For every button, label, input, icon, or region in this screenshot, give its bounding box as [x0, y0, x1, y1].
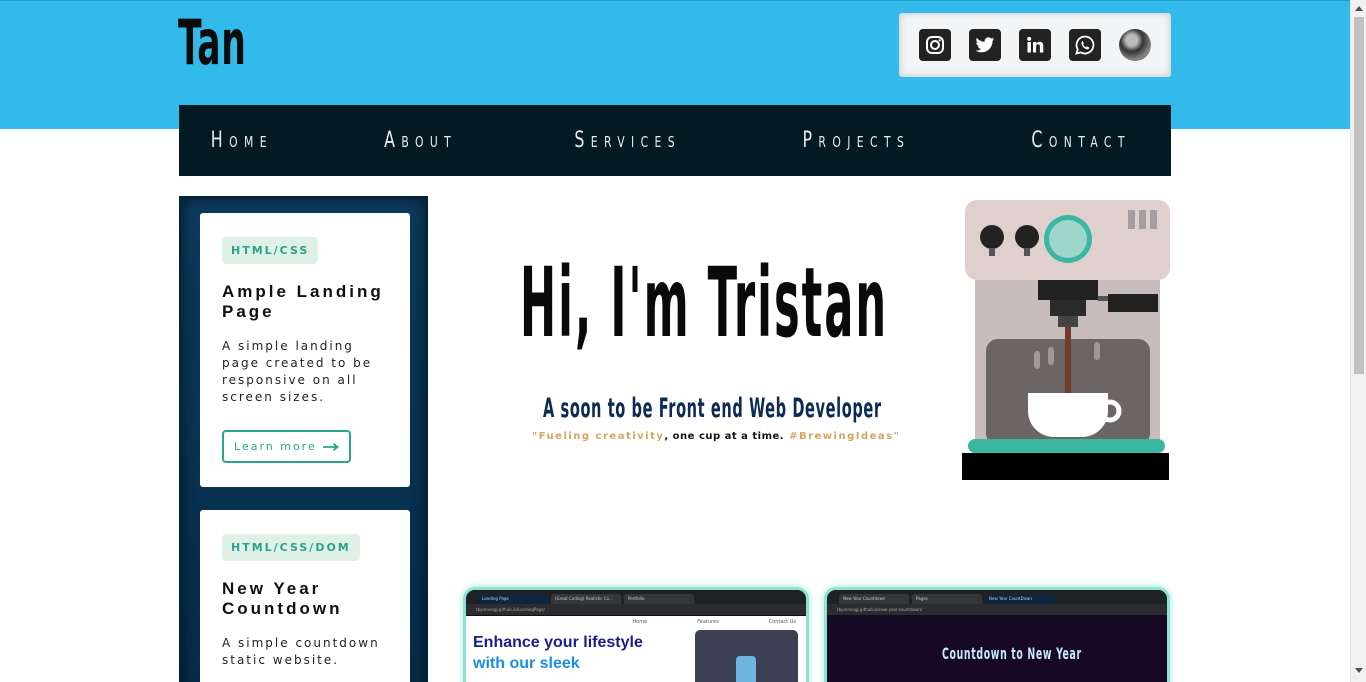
project-card: HTML/CSS Ample Landing Page A simple lan…: [200, 213, 410, 487]
thumb-headline-line: Enhance your lifestyle: [473, 634, 643, 651]
thumb-nav-item: Contact Us: [768, 619, 796, 625]
scroll-down-arrow-icon[interactable]: [1355, 668, 1363, 673]
social-links: [899, 13, 1171, 77]
project-title: New Year Countdown: [222, 579, 343, 618]
nav-item-projects[interactable]: Projects: [803, 128, 911, 153]
nav-item-contact[interactable]: Contact: [1031, 128, 1130, 153]
tech-tag: HTML/CSS: [222, 237, 319, 264]
whatsapp-icon[interactable]: [1069, 29, 1101, 61]
browser-tab: New Year Countdown: [839, 594, 909, 604]
product-shape: [736, 656, 756, 682]
thumbnail-nav: Home Features Contact Us: [466, 616, 806, 628]
project-description: A simple countdown static website.: [222, 636, 380, 667]
tagline-middle: , one cup at a time.: [664, 431, 785, 442]
project-title: Ample Landing Page: [222, 282, 384, 321]
project-card: HTML/CSS/DOM New Year Countdown A simple…: [200, 510, 410, 682]
scrollbar-thumb[interactable]: [1354, 17, 1364, 374]
thumbnail-headline: Countdown to New Year: [942, 644, 1082, 663]
hero-tagline: "Fueling creativity, one cup at a time. …: [532, 431, 900, 442]
avatar[interactable]: [1119, 29, 1151, 61]
browser-tab: Portfolio: [624, 594, 694, 604]
coffee-machine-illustration: [962, 200, 1170, 480]
browser-tabbar: New Year Countdown Pages New Year CountD…: [827, 590, 1167, 604]
project-thumbnail-landing[interactable]: Landing Page (Great Coding) Realistic Co…: [463, 587, 809, 682]
nav-item-home[interactable]: Home: [211, 128, 273, 153]
browser-url: tbyronengj.github.io/new-year-countdown/: [827, 604, 1167, 616]
thumbnail-content: Home Features Contact Us Enhance your li…: [466, 616, 806, 682]
linkedin-icon[interactable]: [1019, 29, 1051, 61]
page: Tan Home About Services Projects Contact…: [0, 0, 1366, 682]
browser-tabbar: Landing Page (Great Coding) Realistic Co…: [466, 590, 806, 604]
browser-url: tbyronengj.github.io/LandingPage/: [466, 604, 806, 616]
thumb-nav-item: Home: [632, 619, 648, 625]
thumbnail-headline: Enhance your lifestyle with our sleek: [473, 632, 643, 674]
hero-title: Hi, I'm Tristan: [520, 247, 889, 359]
scroll-up-arrow-icon[interactable]: [1355, 6, 1363, 11]
thumbnail-content: Countdown to New Year: [827, 616, 1167, 682]
thumb-headline-line: with our sleek: [473, 655, 580, 672]
browser-tab: Pages: [912, 594, 982, 604]
main-nav: Home About Services Projects Contact: [179, 105, 1171, 176]
hero-subtitle: A soon to be Front end Web Developer: [543, 393, 882, 424]
browser-tab: Landing Page: [478, 594, 548, 604]
arrow-right-icon: [322, 442, 339, 451]
browser-tab: (Great Coding) Realistic Co...: [551, 594, 621, 604]
tagline-hashtag: #BrewingIdeas": [789, 431, 901, 442]
tech-tag: HTML/CSS/DOM: [222, 534, 360, 561]
nav-item-about[interactable]: About: [384, 128, 457, 153]
instagram-icon[interactable]: [919, 29, 951, 61]
nav-item-services[interactable]: Services: [575, 128, 682, 153]
project-description: A simple landing page created to be resp…: [222, 339, 373, 404]
twitter-icon[interactable]: [969, 29, 1001, 61]
thumb-nav-item: Features: [697, 619, 719, 625]
learn-more-label: Learn more: [234, 440, 317, 453]
page-scrollbar[interactable]: [1350, 0, 1366, 682]
tagline-quote: "Fueling creativity: [532, 431, 665, 442]
browser-tab: New Year CountDown: [985, 594, 1055, 604]
site-logo[interactable]: Tan: [178, 12, 246, 74]
projects-sidebar[interactable]: HTML/CSS Ample Landing Page A simple lan…: [179, 196, 428, 682]
project-thumbnail-countdown[interactable]: New Year Countdown Pages New Year CountD…: [824, 587, 1170, 682]
learn-more-button[interactable]: Learn more: [222, 430, 351, 463]
